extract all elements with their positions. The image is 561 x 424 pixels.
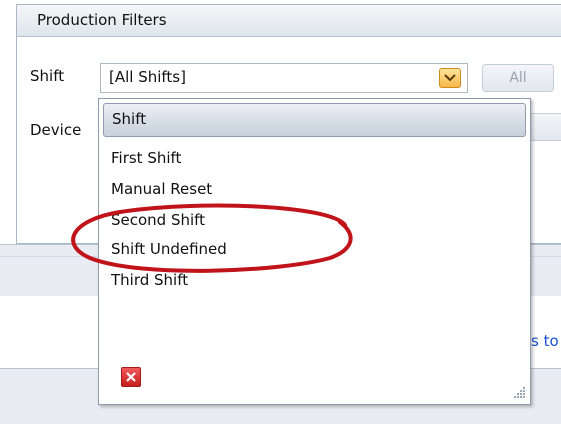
option-manual-reset[interactable]: Manual Reset: [111, 180, 212, 198]
shift-dropdown-popup: Shift First Shift Manual Reset Second Sh…: [98, 98, 531, 405]
option-first-shift[interactable]: First Shift: [111, 149, 181, 167]
close-button[interactable]: [121, 367, 141, 387]
dropdown-header-label: Shift: [112, 110, 147, 128]
option-third-shift[interactable]: Third Shift: [111, 271, 188, 289]
chevron-down-icon: [444, 74, 456, 82]
shift-select[interactable]: [All Shifts]: [100, 63, 468, 93]
shift-all-button[interactable]: All: [482, 64, 554, 92]
shift-label: Shift: [30, 67, 65, 85]
close-icon: [126, 372, 136, 382]
option-second-shift[interactable]: Second Shift: [111, 211, 205, 229]
dropdown-column-header: Shift: [103, 103, 526, 137]
truncated-link[interactable]: s to: [531, 332, 559, 350]
dropdown-button[interactable]: [439, 68, 461, 88]
panel-header: Production Filters: [17, 5, 561, 37]
device-label: Device: [30, 121, 82, 139]
shift-select-value: [All Shifts]: [109, 68, 186, 86]
option-shift-undefined[interactable]: Shift Undefined: [111, 240, 227, 258]
device-all-button[interactable]: [528, 113, 561, 141]
panel-title: Production Filters: [37, 11, 167, 29]
resize-grip-icon[interactable]: [512, 386, 526, 400]
